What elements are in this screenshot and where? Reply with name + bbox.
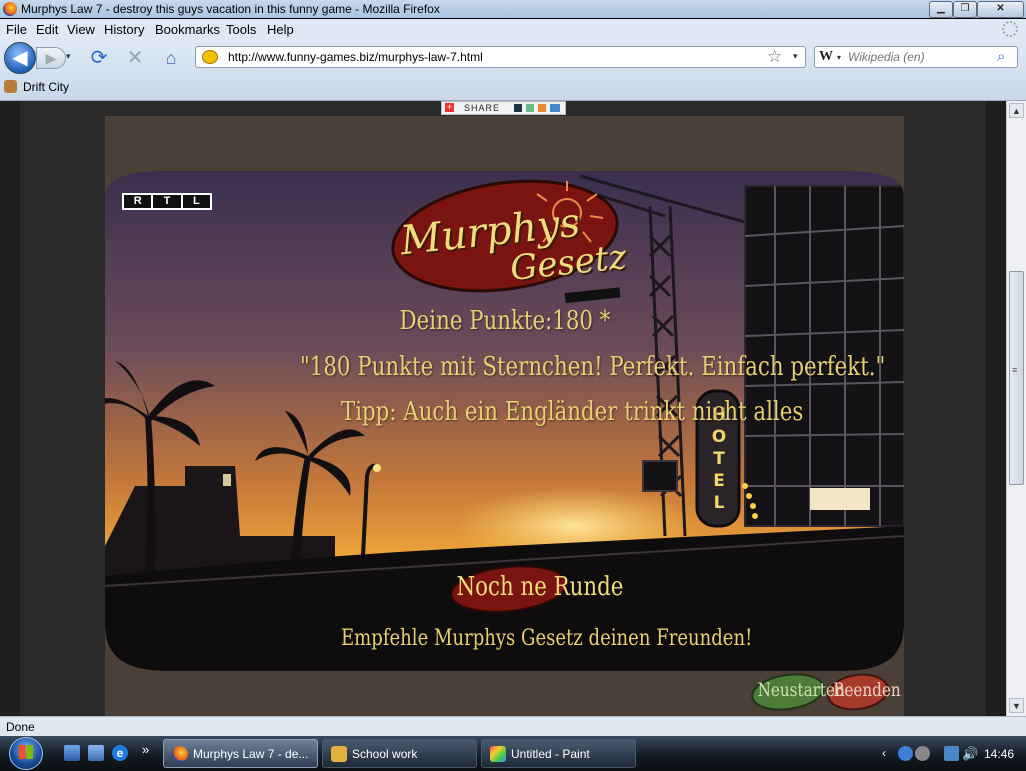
rtl-logo-letter: L <box>182 195 210 208</box>
search-bar[interactable]: W ▾ ⌕ <box>814 46 1018 68</box>
scrollbar-thumb[interactable] <box>1009 271 1024 485</box>
taskbar-item-label: Untitled - Paint <box>511 747 590 761</box>
menu-help[interactable]: Help <box>267 22 294 37</box>
rtl-logo-letter: R <box>124 195 152 208</box>
taskbar-item-label: Murphys Law 7 - de... <box>193 747 309 761</box>
reload-button[interactable]: ⟳ <box>88 47 110 69</box>
system-tray: ‹ 🔊 14:46 <box>878 739 1026 768</box>
show-desktop-icon[interactable] <box>64 745 80 761</box>
home-button[interactable]: ⌂ <box>160 47 182 69</box>
status-text: Done <box>6 720 35 734</box>
internet-explorer-icon[interactable]: e <box>112 745 128 761</box>
folder-icon <box>331 746 347 762</box>
back-button[interactable]: ◀ <box>4 42 36 74</box>
navigation-toolbar: ◀ ▶ ▾ ⟳ ✕ ⌂ http://www.funny-games.biz/m… <box>0 41 1026 75</box>
play-again-label: Noch ne Runde <box>456 572 624 602</box>
wikipedia-icon[interactable]: W <box>819 49 833 65</box>
windows-logo-icon <box>19 745 33 759</box>
system-clock[interactable]: 14:46 <box>984 747 1014 761</box>
bookmarks-toolbar: Drift City <box>0 75 1026 101</box>
taskbar-item-firefox[interactable]: Murphys Law 7 - de... <box>163 739 318 768</box>
search-engine-dropdown-icon[interactable]: ▾ <box>837 53 841 62</box>
status-bar: Done <box>0 716 1026 736</box>
menu-bookmarks[interactable]: Bookmarks <box>155 22 220 37</box>
share-label: SHARE <box>464 103 501 113</box>
switch-windows-icon[interactable] <box>88 745 104 761</box>
quote-text: "180 Punkte mit Sternchen! Perfekt. Einf… <box>300 352 886 382</box>
hotel-sign-letter: E <box>713 471 725 491</box>
play-again-button[interactable]: Noch ne Runde <box>445 564 624 612</box>
share-button[interactable]: + SHARE <box>441 101 566 115</box>
menu-edit[interactable]: Edit <box>36 22 58 37</box>
menu-view[interactable]: View <box>67 22 95 37</box>
start-button[interactable] <box>6 736 50 771</box>
paint-icon <box>490 746 506 762</box>
game-canvas[interactable]: R T L Murphys Gesetz H O T E L Deine Pun… <box>105 116 904 716</box>
scroll-down-icon[interactable]: ▼ <box>1009 698 1024 713</box>
search-go-icon[interactable]: ⌕ <box>997 48 1005 65</box>
maximize-button[interactable]: ❐ <box>953 1 977 18</box>
game-logo: Murphys Gesetz <box>390 181 630 301</box>
display-icon[interactable] <box>944 746 959 761</box>
scroll-up-icon[interactable]: ▲ <box>1009 103 1024 118</box>
history-dropdown-icon[interactable]: ▾ <box>66 51 71 62</box>
restart-label: Neustarten <box>757 679 845 701</box>
bookmark-star-icon[interactable]: ☆ <box>767 47 782 67</box>
page-gutter-left <box>0 101 20 716</box>
menu-file[interactable]: File <box>6 22 27 37</box>
quick-launch-more-icon[interactable]: » <box>142 742 149 757</box>
score-text: Deine Punkte:180 * <box>399 306 611 336</box>
stop-button[interactable]: ✕ <box>124 47 146 69</box>
bookmark-drift-city[interactable]: Drift City <box>4 80 69 94</box>
windows-taskbar: e » Murphys Law 7 - de... School work Un… <box>0 736 1026 771</box>
page-gutter-right <box>986 101 1006 716</box>
taskbar-item-paint[interactable]: Untitled - Paint <box>481 739 636 768</box>
close-button[interactable]: ✕ <box>977 1 1024 18</box>
address-bar[interactable]: http://www.funny-games.biz/murphys-law-7… <box>195 46 806 68</box>
scrollbar-grip-icon: ≡ <box>1012 365 1018 375</box>
page-content: + SHARE R T L Murphys Gesetz H O T E L D… <box>0 101 1006 716</box>
tip-text: Tipp: Auch ein Engländer trinkt nicht al… <box>341 397 804 427</box>
tray-expand-icon[interactable]: ‹ <box>882 746 886 760</box>
network-globe-icon[interactable] <box>898 746 913 761</box>
restart-button[interactable]: Neustarten <box>750 673 845 711</box>
hotel-sign-letter: O <box>711 427 727 447</box>
rtl-logo: R T L <box>122 193 212 210</box>
forward-button[interactable]: ▶ <box>36 47 66 69</box>
taskbar-item-label: School work <box>352 747 418 761</box>
settings-gear-icon[interactable] <box>915 746 930 761</box>
bookmark-label: Drift City <box>23 80 69 94</box>
share-services-icon <box>514 104 560 112</box>
taskbar-item-school-work[interactable]: School work <box>322 739 477 768</box>
window-title-bar: Murphys Law 7 - destroy this guys vacati… <box>0 0 1026 18</box>
firefox-icon <box>172 746 188 762</box>
window-title: Murphys Law 7 - destroy this guys vacati… <box>21 2 440 16</box>
recommend-link[interactable]: Empfehle Murphys Gesetz deinen Freunden! <box>341 626 752 651</box>
url-dropdown-icon[interactable]: ▾ <box>793 51 798 62</box>
search-input[interactable] <box>848 49 993 65</box>
quit-label: Beenden <box>833 679 901 701</box>
menu-history[interactable]: History <box>104 22 144 37</box>
minimize-button[interactable]: ▁ <box>929 1 953 18</box>
activity-throbber-icon <box>1002 21 1018 37</box>
address-url[interactable]: http://www.funny-games.biz/murphys-law-7… <box>228 50 483 64</box>
share-plus-icon: + <box>445 102 454 112</box>
hotel-sign-letter: L <box>713 493 725 513</box>
site-favicon-icon <box>202 50 218 64</box>
hotel-sign-letter: T <box>713 449 725 469</box>
menu-bar: File Edit View History Bookmarks Tools H… <box>0 19 1026 41</box>
drift-city-icon <box>4 80 17 93</box>
rtl-logo-letter: T <box>153 195 181 208</box>
vertical-scrollbar[interactable]: ▲ ≡ ▼ <box>1006 101 1026 716</box>
volume-icon[interactable]: 🔊 <box>962 746 978 761</box>
firefox-icon <box>3 2 17 16</box>
menu-tools[interactable]: Tools <box>226 22 256 37</box>
quit-button[interactable]: Beenden <box>827 673 901 711</box>
